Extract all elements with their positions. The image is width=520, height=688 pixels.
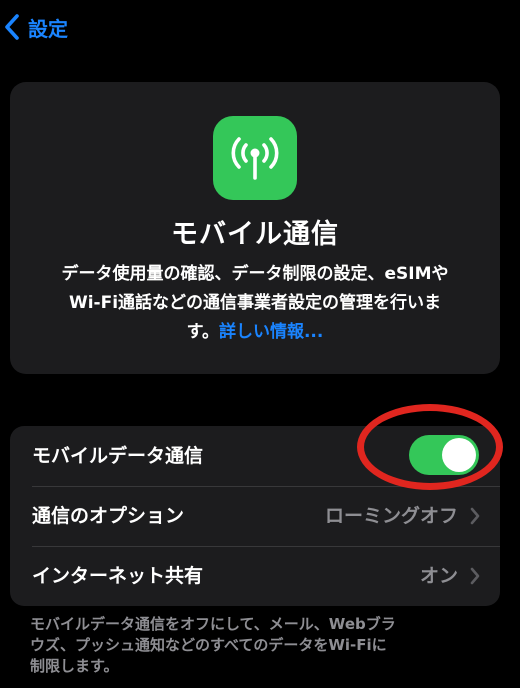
description-line: す。詳しい情報... <box>186 322 324 342</box>
chevron-right-icon <box>470 567 480 585</box>
row-label: インターネット共有 <box>32 565 204 587</box>
row-label: 通信のオプション <box>32 505 185 527</box>
footer-note: モバイルデータ通信をオフにして、メール、Webブラ ウズ、プッシュ通知などのすべ… <box>30 614 450 677</box>
back-label: 設定 <box>28 16 68 41</box>
toggle-knob <box>442 438 476 472</box>
row-value: ローミングオフ <box>324 505 458 527</box>
footer-line: ウズ、プッシュ通知などのすべてのデータをWi-Fiに <box>30 636 387 654</box>
description-line: データ使用量の確認、データ制限の設定、eSIMや <box>61 264 449 284</box>
communication-options-row[interactable]: 通信のオプション ローミングオフ <box>10 486 500 546</box>
footer-line: 制限します。 <box>30 657 119 675</box>
row-label: モバイルデータ通信 <box>32 445 204 467</box>
personal-hotspot-row[interactable]: インターネット共有 オン <box>10 546 500 606</box>
mobile-data-toggle[interactable] <box>409 435 479 475</box>
learn-more-link[interactable]: 詳しい情報... <box>219 322 323 342</box>
antenna-radiowaves-icon <box>213 116 297 200</box>
page-title: モバイル通信 <box>171 219 339 250</box>
mobile-data-row: モバイルデータ通信 <box>10 426 500 486</box>
description-line: Wi-Fi通話などの通信事業者設定の管理を行いま <box>68 293 442 313</box>
description: データ使用量の確認、データ制限の設定、eSIMや Wi-Fi通話などの通信事業者… <box>24 260 486 347</box>
navigation-bar: 設定 <box>0 0 520 56</box>
mobile-data-info-card: モバイル通信 データ使用量の確認、データ制限の設定、eSIMや Wi-Fi通話な… <box>10 82 500 374</box>
chevron-left-icon <box>5 14 19 40</box>
row-value: オン <box>419 565 458 587</box>
chevron-right-icon <box>470 507 480 525</box>
settings-group: モバイルデータ通信 通信のオプション ローミングオフ インターネット共有 オン <box>10 426 500 606</box>
back-button[interactable]: 設定 <box>0 10 68 44</box>
footer-line: モバイルデータ通信をオフにして、メール、Webブラ <box>30 615 396 633</box>
